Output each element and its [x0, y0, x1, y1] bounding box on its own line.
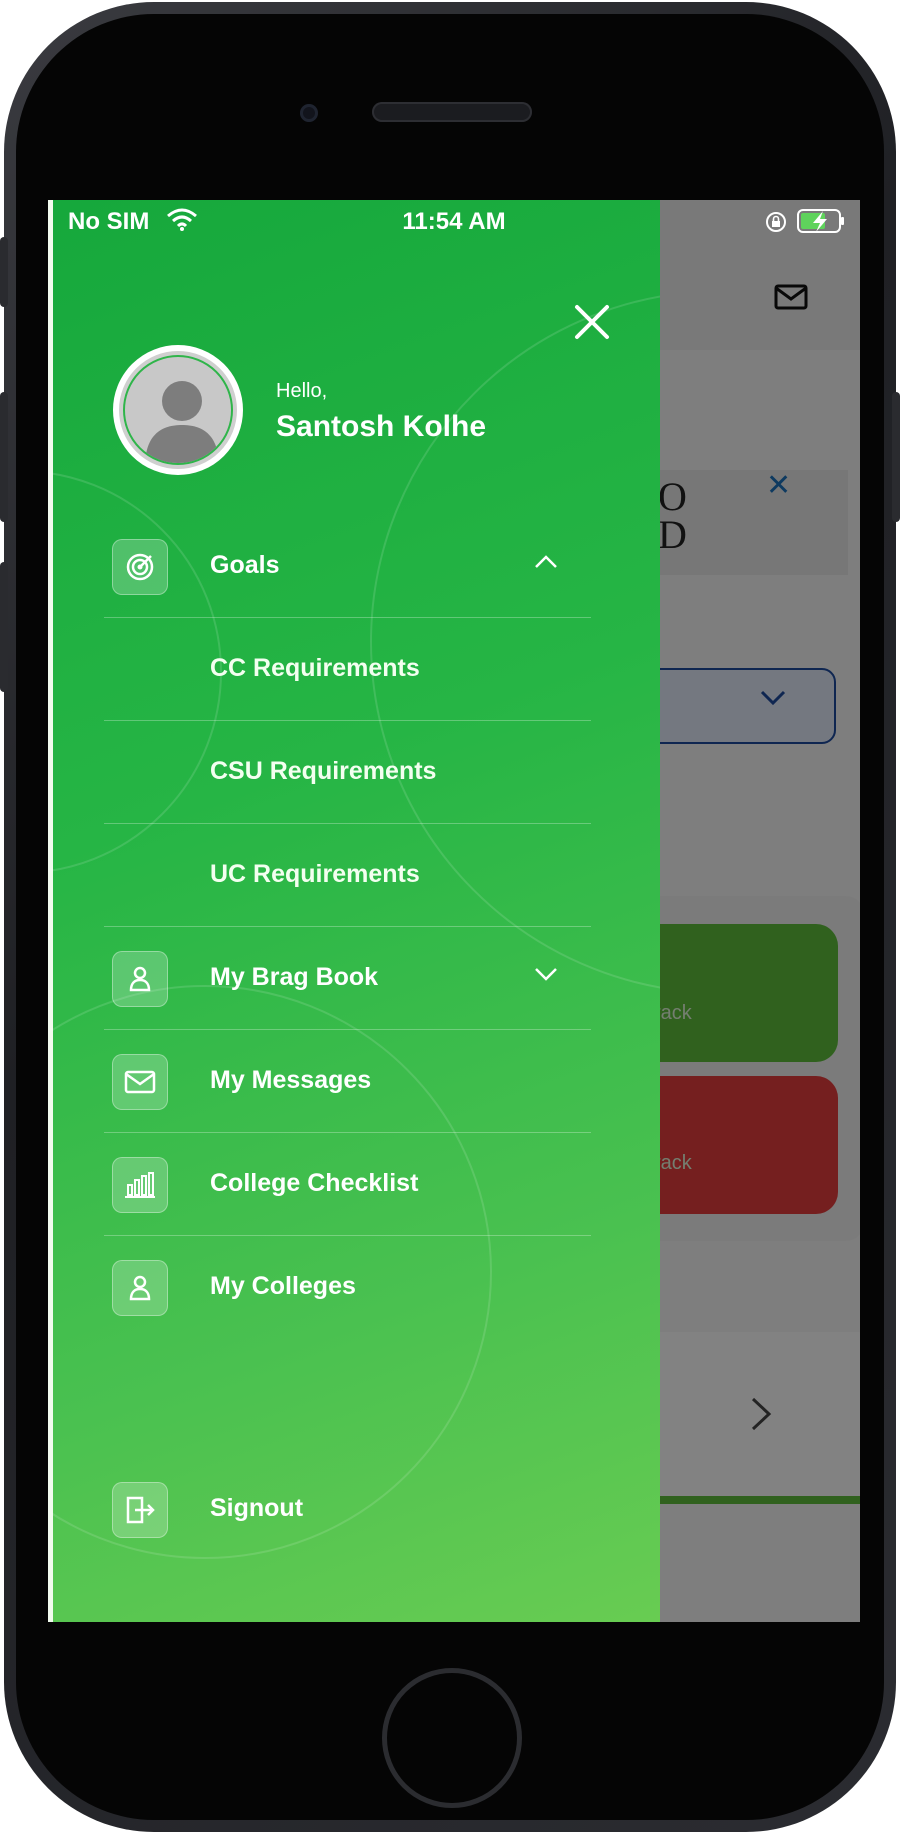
person-icon	[112, 1260, 168, 1316]
menu-item-label: My Colleges	[210, 1272, 356, 1300]
signout-icon	[112, 1482, 168, 1538]
person-icon	[112, 951, 168, 1007]
home-button[interactable]	[382, 1668, 522, 1808]
menu-item-label: Goals	[210, 551, 280, 579]
front-camera	[300, 104, 318, 122]
power-button	[892, 392, 900, 522]
chevron-down-icon[interactable]	[534, 967, 558, 981]
menu-item-label: College Checklist	[210, 1169, 419, 1197]
user-name: Santosh Kolhe	[276, 410, 487, 443]
menu-item-label: UC Requirements	[210, 860, 420, 888]
submenu-item-cc-requirements[interactable]: CC Requirements	[104, 618, 591, 721]
chevron-up-icon[interactable]	[534, 555, 558, 569]
user-silhouette-icon	[145, 381, 219, 463]
avatar[interactable]	[113, 345, 243, 475]
menu-item-label: My Messages	[210, 1066, 372, 1094]
signout-label: Signout	[210, 1494, 304, 1522]
close-icon[interactable]	[572, 302, 612, 342]
submenu-item-csu-requirements[interactable]: CSU Requirements	[104, 721, 591, 824]
menu-item-label: CC Requirements	[210, 654, 420, 682]
menu-item-label: My Brag Book	[210, 963, 379, 991]
mute-switch	[0, 237, 8, 307]
signout-button[interactable]: Signout	[104, 1480, 591, 1560]
earpiece-speaker	[372, 102, 532, 122]
orientation-lock-icon	[766, 212, 786, 232]
status-bar: No SIM 11:54 AM	[48, 200, 860, 244]
mail-icon	[112, 1054, 168, 1110]
volume-down-button	[0, 562, 8, 692]
battery-icon	[797, 209, 844, 233]
menu-item-my-brag-book[interactable]: My Brag Book	[104, 927, 591, 1030]
clock: 11:54 AM	[402, 208, 506, 235]
menu-item-my-messages[interactable]: My Messages	[104, 1030, 591, 1133]
menu-item-college-checklist[interactable]: College Checklist	[104, 1133, 591, 1236]
menu-item-label: CSU Requirements	[210, 757, 437, 785]
volume-up-button	[0, 392, 8, 522]
menu-item-my-colleges[interactable]: My Colleges	[104, 1236, 591, 1338]
drawer-menu: Goals CC Requirements CSU Requirements U…	[104, 515, 591, 1338]
menu-item-goals[interactable]: Goals	[104, 515, 591, 618]
greeting-text: Hello,	[276, 380, 328, 402]
bar-chart-icon	[112, 1157, 168, 1213]
side-drawer: Hello, Santosh Kolhe Goals CC Requiremen…	[48, 200, 660, 1622]
screen: OD ✕ rack rack Hello, Santosh Kolhe Goal…	[48, 200, 860, 1622]
avatar-image	[123, 355, 233, 465]
submenu-item-uc-requirements[interactable]: UC Requirements	[104, 824, 591, 927]
target-icon	[112, 539, 168, 595]
